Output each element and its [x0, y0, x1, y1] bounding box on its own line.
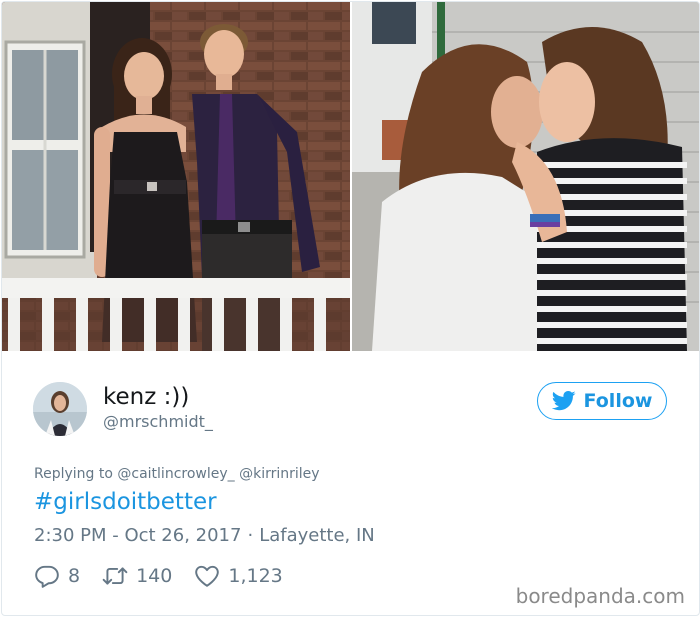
photo-couple-on-porch[interactable] — [2, 2, 350, 351]
tweet-location[interactable]: Lafayette, IN — [259, 525, 375, 546]
like-count: 1,123 — [228, 565, 283, 587]
avatar[interactable] — [33, 382, 87, 436]
reply-action[interactable]: 8 — [34, 563, 80, 589]
meta-separator: · — [247, 525, 254, 546]
retweet-action[interactable]: 140 — [102, 563, 172, 589]
two-girls-kissing-image — [352, 2, 699, 351]
tweet-timestamp[interactable]: 2:30 PM - Oct 26, 2017 — [34, 525, 241, 546]
photo-two-girls-kissing[interactable] — [352, 2, 699, 351]
like-action[interactable]: 1,123 — [194, 563, 283, 589]
avatar-image — [33, 382, 87, 436]
tweet-meta: 2:30 PM - Oct 26, 2017 · Lafayette, IN — [34, 525, 375, 547]
replying-to-line: Replying to @caitlincrowley_ @kirrinrile… — [34, 465, 320, 483]
mention-link-1[interactable]: @caitlincrowley_ — [117, 466, 234, 482]
mention-link-2[interactable]: @kirrinriley — [239, 466, 319, 482]
follow-button-label: Follow — [583, 390, 653, 412]
follow-button[interactable]: Follow — [537, 382, 667, 420]
reply-icon — [35, 565, 59, 588]
tweet-actions: 8 140 1,123 — [34, 562, 305, 590]
reply-count: 8 — [68, 565, 81, 587]
retweet-icon — [102, 567, 128, 585]
retweet-count: 140 — [136, 565, 173, 587]
hashtag-link[interactable]: #girlsdoitbetter — [34, 488, 217, 516]
tweet-card: kenz :)) @mrschmidt_ Follow Replying to … — [1, 1, 700, 616]
tweet-photos — [2, 2, 699, 351]
couple-on-porch-image — [2, 2, 350, 351]
replying-to-prefix: Replying to — [34, 466, 113, 482]
boredpanda-watermark: boredpanda.com — [515, 584, 685, 608]
user-handle[interactable]: @mrschmidt_ — [103, 412, 213, 432]
display-name[interactable]: kenz :)) — [103, 383, 189, 411]
heart-icon — [195, 565, 220, 587]
twitter-bird-icon — [551, 391, 576, 411]
